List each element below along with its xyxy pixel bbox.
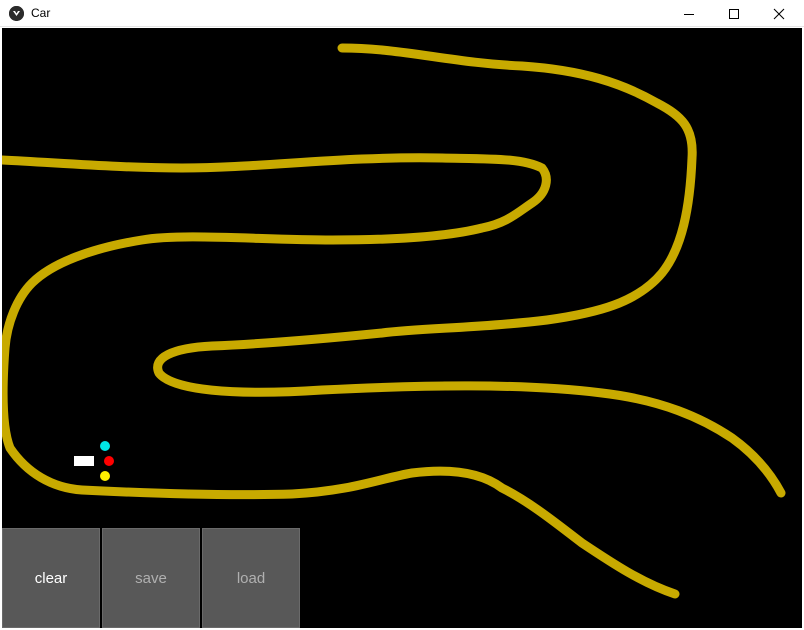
load-button[interactable]: load: [202, 528, 300, 628]
control-panel: clear save load: [2, 528, 302, 628]
close-button[interactable]: [756, 0, 802, 27]
minimize-button[interactable]: [666, 0, 712, 27]
window-title: Car: [31, 6, 51, 20]
clear-button[interactable]: clear: [2, 528, 100, 628]
sensor-bottom: [100, 471, 110, 481]
road-line-upper: [153, 43, 786, 498]
maximize-icon: [729, 8, 739, 19]
title-bar: Car: [0, 0, 804, 27]
car-body: [74, 456, 94, 466]
close-icon: [773, 8, 785, 19]
maximize-button[interactable]: [711, 0, 757, 27]
sensor-top: [100, 441, 110, 451]
minimize-icon: [684, 13, 694, 15]
save-button[interactable]: save: [102, 528, 200, 628]
app-icon: [9, 6, 24, 21]
sensor-middle: [104, 456, 114, 466]
